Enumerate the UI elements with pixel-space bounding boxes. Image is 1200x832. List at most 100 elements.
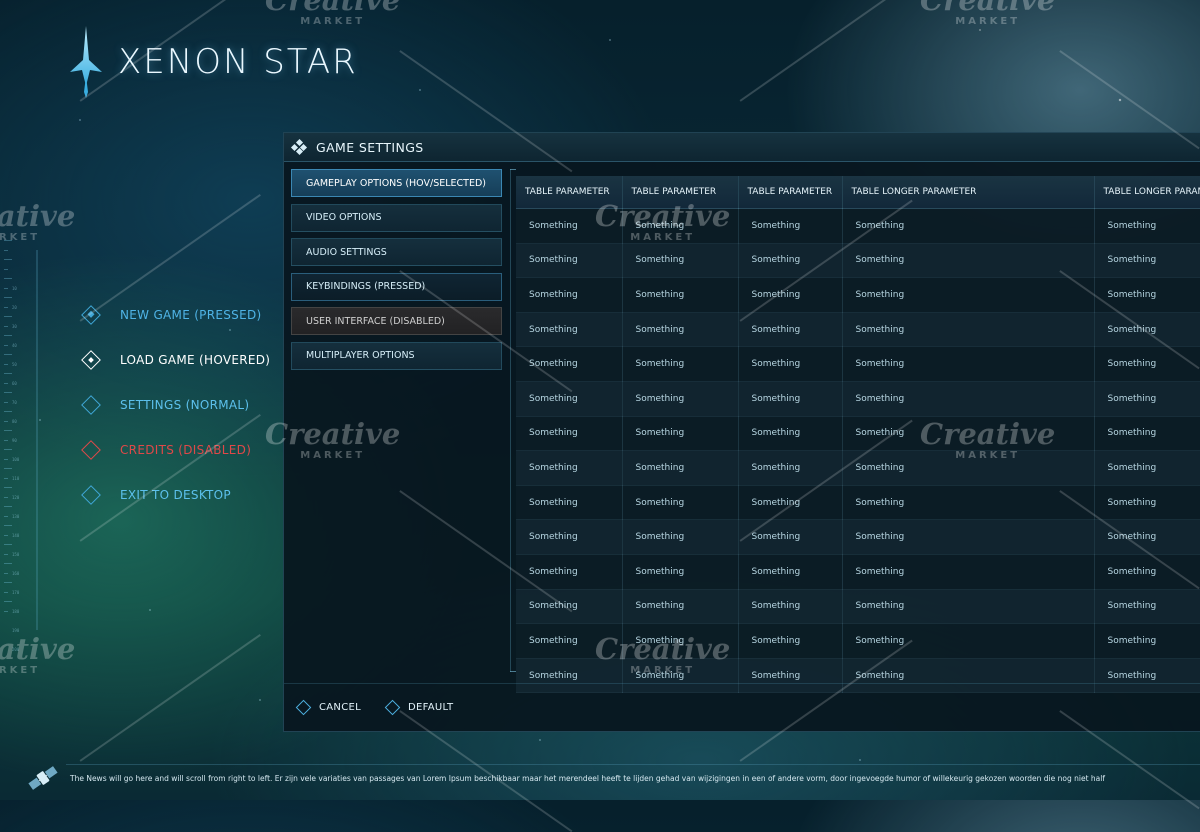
ruler-tick bbox=[4, 544, 12, 545]
tab-multiplayer-options[interactable]: MULTIPLAYER OPTIONS bbox=[291, 341, 502, 370]
cancel-button[interactable]: CANCEL bbox=[295, 699, 361, 716]
column-header[interactable]: TABLE LONGER PARAMETER bbox=[842, 176, 1095, 209]
ruler-tick bbox=[4, 601, 12, 602]
diamond-icon bbox=[384, 699, 401, 716]
ruler-number: 200 bbox=[12, 647, 20, 652]
table-row[interactable]: Something Something Something Something Some… bbox=[516, 381, 1200, 417]
table-cell: Something bbox=[622, 485, 739, 521]
ruler-tick bbox=[4, 325, 8, 327]
ruler-tick bbox=[4, 420, 8, 422]
table-cell: Something bbox=[1094, 416, 1200, 452]
table-cell: Something bbox=[738, 208, 843, 244]
column-header[interactable]: TABLE LONGER PARAMETER bbox=[1094, 176, 1200, 209]
ruler-tick bbox=[4, 477, 8, 479]
ruler-tick bbox=[4, 458, 8, 460]
ruler-tick bbox=[4, 449, 12, 450]
table-row[interactable]: Something Something Something Something Some… bbox=[516, 416, 1200, 452]
ruler-number: 170 bbox=[12, 590, 20, 595]
ruler-number: 110 bbox=[12, 476, 20, 481]
table-row[interactable]: Something Something Something Something Some… bbox=[516, 450, 1200, 486]
menu-item-credits[interactable]: CREDITS (DISABLED) bbox=[80, 427, 270, 472]
ruler-tick bbox=[4, 487, 12, 488]
ruler-number: 70 bbox=[12, 400, 17, 405]
table-cell: Something bbox=[1094, 623, 1200, 659]
ruler-tick bbox=[4, 439, 8, 441]
default-button[interactable]: DEFAULT bbox=[384, 699, 453, 716]
table-row[interactable]: Something Something Something Something Some… bbox=[516, 485, 1200, 521]
table-row[interactable]: Something Something Something Something Some… bbox=[516, 346, 1200, 382]
ruler-number: 140 bbox=[12, 533, 20, 538]
table-cell: Something bbox=[738, 346, 843, 382]
menu-item-label: LOAD GAME (HOVERED) bbox=[120, 352, 271, 367]
table-cell: Something bbox=[516, 416, 623, 452]
ruler-number: 150 bbox=[12, 552, 20, 557]
table-cell: Something bbox=[842, 312, 1095, 348]
menu-item-new-game[interactable]: NEW GAME (PRESSED) bbox=[80, 292, 270, 337]
ruler-tick bbox=[4, 430, 12, 431]
ruler-line bbox=[36, 250, 38, 630]
table-cell: Something bbox=[1094, 554, 1200, 590]
table-row[interactable]: Something Something Something Something Some… bbox=[516, 312, 1200, 348]
table-cell: Something bbox=[516, 485, 623, 521]
table-cell: Something bbox=[1094, 312, 1200, 348]
table-cell: Something bbox=[738, 381, 843, 417]
diamond-icon bbox=[81, 439, 101, 460]
table-cell: Something bbox=[1094, 277, 1200, 313]
table-cell: Something bbox=[622, 554, 739, 590]
table-cell: Something bbox=[516, 208, 623, 244]
ruler-tick bbox=[4, 468, 12, 469]
menu-item-exit[interactable]: EXIT TO DESKTOP bbox=[80, 472, 270, 517]
table-row[interactable]: Something Something Something Something Some… bbox=[516, 243, 1200, 279]
table-row[interactable]: Something Something Something Something Some… bbox=[516, 277, 1200, 313]
table-cell: Something bbox=[842, 243, 1095, 279]
table-cell: Something bbox=[516, 277, 623, 313]
ruler-number: 30 bbox=[12, 324, 17, 329]
ruler-tick bbox=[4, 373, 12, 374]
ruler-tick bbox=[4, 287, 8, 289]
menu-item-label: EXIT TO DESKTOP bbox=[120, 487, 231, 502]
ruler-tick bbox=[4, 610, 8, 612]
tab-audio-settings[interactable]: AUDIO SETTINGS bbox=[291, 238, 502, 266]
ruler-number: 60 bbox=[12, 381, 17, 386]
table-cell: Something bbox=[516, 243, 623, 279]
menu-item-label: SETTINGS (NORMAL) bbox=[120, 397, 250, 412]
table-cell: Something bbox=[622, 381, 739, 417]
table-row[interactable]: Something Something Something Something Some… bbox=[516, 554, 1200, 590]
table-row[interactable]: Something Something Something Something Some… bbox=[516, 589, 1200, 625]
table-cell: Something bbox=[842, 519, 1095, 555]
ruler-tick bbox=[4, 496, 8, 498]
table-cell: Something bbox=[842, 208, 1095, 244]
table-row[interactable]: Something Something Something Something Some… bbox=[516, 519, 1200, 555]
tab-video-options[interactable]: VIDEO OPTIONS bbox=[291, 203, 502, 232]
column-header[interactable]: TABLE PARAMETER bbox=[738, 176, 843, 209]
table-cell: Something bbox=[516, 623, 623, 659]
tab-gameplay-options[interactable]: GAMEPLAY OPTIONS (HOV/SELECTED) bbox=[291, 169, 502, 197]
table-cell: Something bbox=[738, 485, 843, 521]
tab-user-interface[interactable]: USER INTERFACE (DISABLED) bbox=[291, 307, 502, 335]
table-cell: Something bbox=[738, 243, 843, 279]
table-cell: Something bbox=[516, 381, 623, 417]
table-cell: Something bbox=[622, 346, 739, 382]
table-row[interactable]: Something Something Something Something Some… bbox=[516, 208, 1200, 244]
table-cell: Something bbox=[516, 346, 623, 382]
watermark-brand: Creative bbox=[920, 0, 1056, 17]
ruler-tick bbox=[4, 382, 8, 384]
ruler-tick bbox=[4, 335, 12, 336]
column-header[interactable]: TABLE PARAMETER bbox=[622, 176, 739, 209]
table-row[interactable]: Something Something Something Something Some… bbox=[516, 623, 1200, 659]
ruler-tick bbox=[4, 591, 8, 593]
tab-keybindings[interactable]: KEYBINDINGS (PRESSED) bbox=[291, 272, 502, 301]
table-cell: Something bbox=[516, 589, 623, 625]
column-header[interactable]: TABLE PARAMETER bbox=[516, 176, 623, 209]
table-header-row: TABLE PARAMETER TABLE PARAMETER TABLE PARA… bbox=[516, 176, 1200, 209]
menu-item-settings[interactable]: SETTINGS (NORMAL) bbox=[80, 382, 270, 427]
ruler-tick bbox=[4, 363, 8, 365]
ruler-tick bbox=[4, 553, 8, 555]
table-cell: Something bbox=[842, 277, 1095, 313]
ruler-tick bbox=[4, 354, 12, 355]
menu-item-load-game[interactable]: LOAD GAME (HOVERED) bbox=[80, 337, 270, 382]
ruler-number: 180 bbox=[12, 609, 20, 614]
ruler-number: 190 bbox=[12, 628, 20, 633]
ruler-tick bbox=[4, 259, 12, 260]
menu-item-label: NEW GAME (PRESSED) bbox=[120, 307, 262, 322]
